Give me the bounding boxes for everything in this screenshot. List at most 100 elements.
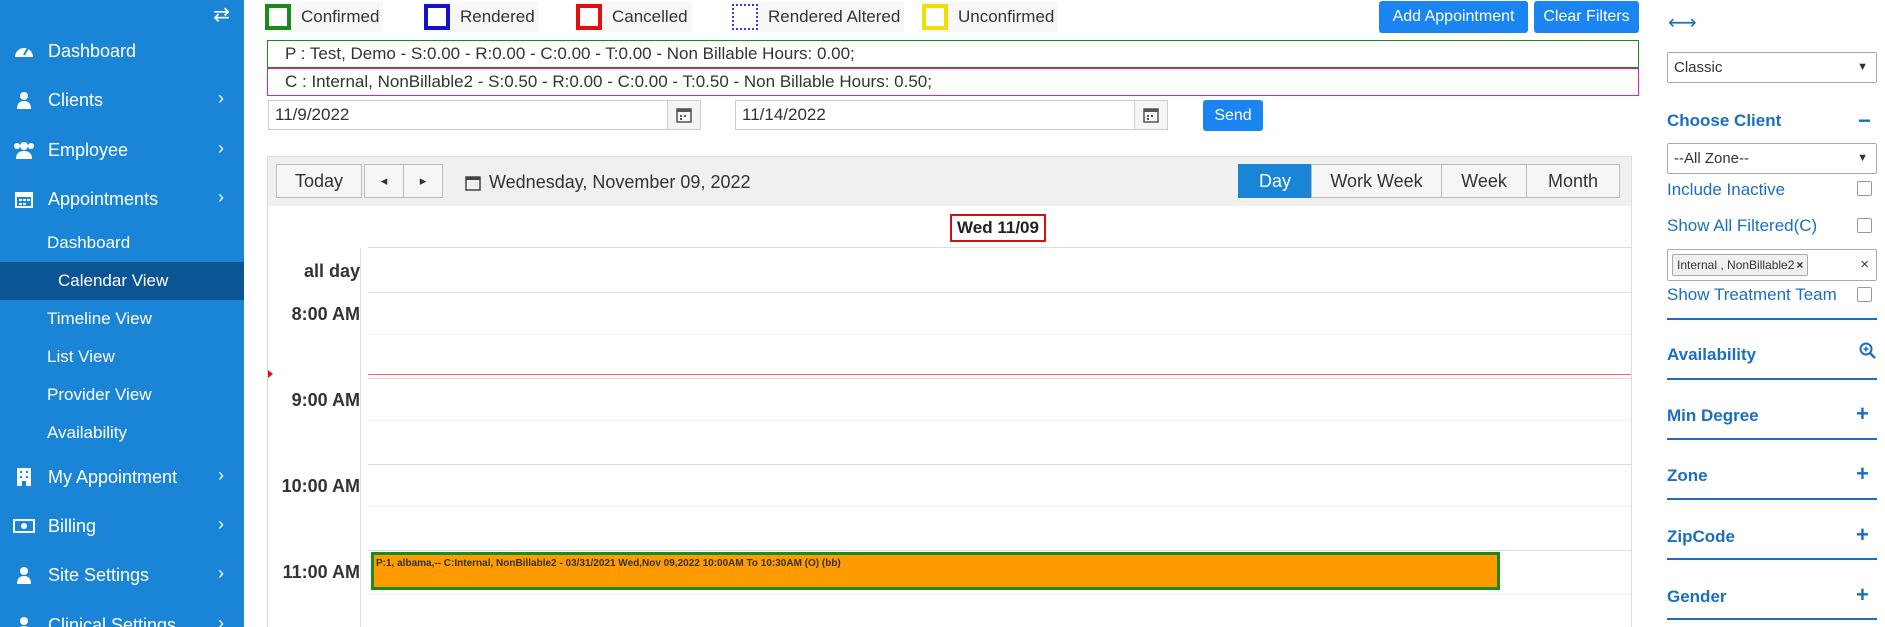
legend-swatch	[922, 4, 948, 30]
chevron-right-icon: ›	[218, 187, 224, 207]
grid-line	[368, 506, 1631, 507]
chevron-right-icon: ›	[218, 514, 224, 534]
legend-unconfirmed: Unconfirmed	[922, 2, 1059, 32]
calendar-icon	[465, 175, 481, 191]
current-time-arrow-icon	[268, 370, 273, 378]
user-icon	[12, 566, 36, 584]
from-date-calendar-icon[interactable]	[667, 100, 701, 130]
expand-arrows-icon[interactable]: ⟷	[1668, 10, 1697, 35]
nav-employee[interactable]: Employee ›	[0, 130, 244, 170]
grid-line	[368, 292, 1631, 293]
legend-swatch	[732, 4, 758, 30]
show-all-filtered-label: Show All Filtered(C)	[1667, 216, 1818, 235]
to-date-input[interactable]: 11/14/2022	[735, 100, 1135, 130]
client-multiselect[interactable]: Internal , NonBillable2 × ×	[1667, 249, 1877, 281]
calendar-icon	[12, 190, 36, 208]
availability-section[interactable]: Availability	[1667, 345, 1756, 365]
section-divider	[1667, 558, 1877, 560]
section-divider	[1667, 438, 1877, 440]
sub-item-provider-view[interactable]: Provider View	[0, 376, 244, 414]
clear-selection-icon[interactable]: ×	[1860, 256, 1869, 273]
nav-clinical-settings[interactable]: Clinical Settings ›	[0, 605, 244, 627]
sub-item-timeline-view[interactable]: Timeline View	[0, 300, 244, 338]
expand-plus-icon[interactable]: +	[1856, 401, 1869, 427]
current-date-label: Wednesday, November 09, 2022	[489, 172, 751, 192]
appointment-event[interactable]: P:1, albama,-- C:Internal, NonBillable2 …	[371, 552, 1500, 590]
caret-down-icon: ▼	[1857, 61, 1868, 73]
remove-tag-icon[interactable]: ×	[1796, 258, 1803, 272]
clear-filters-button[interactable]: Clear Filters	[1534, 1, 1639, 33]
zone-select-value: --All Zone--	[1674, 150, 1750, 167]
chevron-right-icon: ›	[218, 138, 224, 158]
caret-down-icon: ▼	[1857, 152, 1868, 164]
style-select[interactable]: Classic ▼	[1667, 52, 1877, 83]
expand-plus-icon[interactable]: +	[1856, 582, 1869, 608]
building-icon	[12, 468, 36, 486]
min-degree-section[interactable]: Min Degree	[1667, 406, 1759, 426]
sub-item-dashboard[interactable]: Dashboard	[0, 224, 244, 262]
section-divider	[1667, 618, 1877, 620]
dashboard-icon	[12, 43, 36, 59]
add-appointment-button[interactable]: Add Appointment	[1379, 1, 1528, 33]
nav-site-settings[interactable]: Site Settings ›	[0, 555, 244, 595]
nav-label: Employee	[48, 139, 129, 160]
money-icon	[12, 519, 36, 533]
legend-label: Cancelled	[612, 7, 688, 26]
day-header[interactable]: Wed 11/09	[950, 214, 1046, 242]
today-button[interactable]: Today	[276, 164, 362, 198]
view-day-tab[interactable]: Day	[1238, 164, 1312, 198]
legend-swatch	[424, 4, 450, 30]
legend-confirmed: Confirmed	[265, 2, 384, 32]
chevron-right-icon: ›	[218, 613, 224, 627]
swap-arrows-icon[interactable]: ⇄	[213, 2, 230, 27]
zone-select[interactable]: --All Zone-- ▼	[1667, 143, 1877, 174]
client-tag: Internal , NonBillable2 ×	[1672, 254, 1809, 276]
sub-item-calendar-view[interactable]: Calendar View	[0, 262, 244, 300]
nav-billing[interactable]: Billing ›	[0, 506, 244, 546]
gender-section[interactable]: Gender	[1667, 587, 1727, 607]
grid-line	[368, 594, 1631, 595]
grid-line	[368, 420, 1631, 421]
legend-cancelled: Cancelled	[576, 2, 692, 32]
choose-client-label: Choose Client	[1667, 111, 1782, 130]
show-treatment-team-checkbox[interactable]	[1857, 287, 1872, 302]
send-button[interactable]: Send	[1203, 100, 1263, 131]
to-date-calendar-icon[interactable]	[1134, 100, 1168, 130]
nav-clients[interactable]: Clients ›	[0, 80, 244, 120]
legend-label: Rendered	[460, 7, 535, 26]
sub-item-availability[interactable]: Availability	[0, 414, 244, 452]
legend-label: Rendered Altered	[768, 7, 901, 26]
nav-dashboard[interactable]: Dashboard	[0, 31, 244, 71]
chevron-right-icon: ›	[218, 88, 224, 108]
zone-section[interactable]: Zone	[1667, 466, 1708, 486]
current-date-display: Wednesday, November 09, 2022	[465, 172, 751, 193]
nav-my-appointment[interactable]: My Appointment ›	[0, 457, 244, 497]
nav-appointments[interactable]: Appointments ›	[0, 179, 244, 219]
prev-button[interactable]: ◂	[364, 164, 404, 198]
nav-label: Clinical Settings	[48, 614, 177, 627]
view-work-week-tab[interactable]: Work Week	[1311, 164, 1442, 198]
view-month-tab[interactable]: Month	[1526, 164, 1620, 198]
sub-item-list-view[interactable]: List View	[0, 338, 244, 376]
show-all-filtered-checkbox[interactable]	[1857, 218, 1872, 233]
time-label-8am: 8:00 AM	[291, 304, 360, 324]
time-label-10am: 10:00 AM	[281, 476, 360, 496]
legend-label: Confirmed	[301, 7, 380, 26]
zoom-search-icon[interactable]	[1859, 342, 1877, 365]
include-inactive-checkbox[interactable]	[1857, 181, 1872, 196]
client-summary: C : Internal, NonBillable2 - S:0.50 - R:…	[267, 68, 1639, 96]
current-time-indicator	[368, 374, 1631, 375]
expand-plus-icon[interactable]: +	[1856, 522, 1869, 548]
nav-label: Clients	[48, 89, 104, 110]
expand-plus-icon[interactable]: +	[1856, 461, 1869, 487]
users-icon	[12, 141, 36, 159]
from-date-input[interactable]: 11/9/2022	[268, 100, 668, 130]
sidebar: ⇄ Dashboard Clients › Employee › Appoint…	[0, 0, 244, 627]
collapse-minus-icon[interactable]: −	[1858, 108, 1871, 134]
next-button[interactable]: ▸	[403, 164, 443, 198]
zipcode-section[interactable]: ZipCode	[1667, 527, 1735, 547]
section-divider	[1667, 378, 1877, 380]
view-week-tab[interactable]: Week	[1441, 164, 1527, 198]
legend-label: Unconfirmed	[958, 7, 1055, 26]
legend-swatch	[265, 4, 291, 30]
